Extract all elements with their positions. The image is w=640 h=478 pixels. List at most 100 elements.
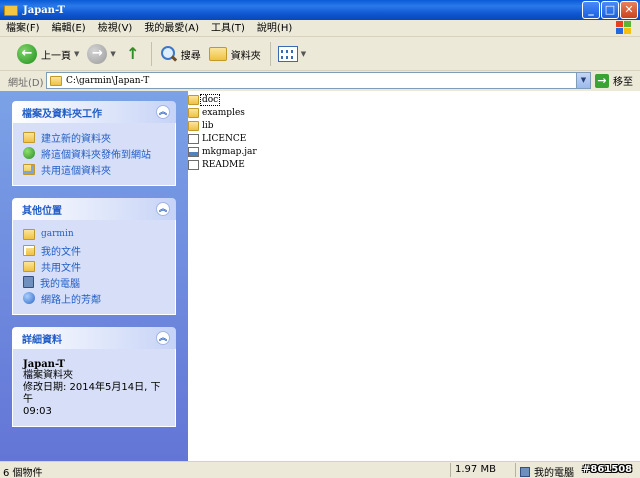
status-divider (450, 463, 451, 477)
collapse-chevron-icon[interactable]: ︽ (156, 331, 170, 345)
folder-icon (50, 75, 62, 86)
computer-icon (23, 276, 34, 288)
status-object-count: 6 個物件 (3, 468, 43, 478)
folders-icon (208, 47, 227, 61)
details-panel-header[interactable]: 詳細資料 ︽ (12, 327, 176, 349)
place-label: 我的文件 (41, 246, 81, 258)
place-label: 共用文件 (41, 262, 81, 274)
place-garmin[interactable]: garmin (23, 226, 165, 242)
up-button[interactable]: ↑ (121, 41, 145, 67)
windows-logo-icon (616, 21, 632, 35)
explorer-window: Japan-T _ □ ✕ 檔案(F) 編輯(E) 檢視(V) 我的最愛(A) … (0, 0, 640, 478)
detail-modified: 修改日期: 2014年5月14日, 下午 (23, 382, 161, 405)
tasks-panel: 檔案及資料夾工作 ︽ 建立新的資料夾 將這個資料夾發佈到網站 共用這個資料夾 (12, 101, 176, 186)
address-dropdown-button[interactable]: ▼ (576, 73, 590, 88)
views-icon (277, 46, 298, 62)
task-new-folder[interactable]: 建立新的資料夾 (23, 129, 165, 145)
forward-button[interactable]: → ▼ (84, 41, 118, 67)
menu-bar: 檔案(F) 編輯(E) 檢視(V) 我的最愛(A) 工具(T) 說明(H) (0, 20, 640, 37)
search-icon (159, 45, 177, 63)
menu-tools[interactable]: 工具(T) (205, 20, 251, 37)
panel-title: 檔案及資料夾工作 (22, 108, 102, 120)
place-shared-documents[interactable]: 共用文件 (23, 258, 165, 274)
task-publish-web[interactable]: 將這個資料夾發佈到網站 (23, 145, 165, 161)
place-network[interactable]: 網路上的芳鄰 (23, 290, 165, 306)
menu-file[interactable]: 檔案(F) (0, 20, 46, 37)
list-item[interactable]: LICENCE (188, 132, 640, 145)
details-panel: 詳細資料 ︽ Japan-T 檔案資料夾 修改日期: 2014年5月14日, 下… (12, 327, 176, 427)
folder-icon (188, 120, 199, 131)
places-panel-body: garmin 我的文件 共用文件 我的電腦 網路上的芳鄰 (12, 220, 176, 315)
menu-edit[interactable]: 編輯(E) (46, 20, 92, 37)
toolbar-divider (269, 42, 271, 66)
menu-help[interactable]: 說明(H) (251, 20, 298, 37)
place-label: garmin (41, 229, 74, 239)
address-input[interactable]: C:\garmin\Japan-T ▼ (46, 72, 591, 89)
task-share-folder[interactable]: 共用這個資料夾 (23, 161, 165, 177)
list-item[interactable]: examples (188, 106, 640, 119)
detail-modified-time: 09:03 (23, 406, 52, 417)
go-button[interactable]: → 移至 (595, 73, 633, 88)
computer-icon (520, 466, 530, 477)
panel-title: 詳細資料 (22, 334, 62, 346)
file-name: README (202, 159, 245, 170)
folder-icon (4, 4, 18, 16)
up-folder-icon: ↑ (126, 44, 140, 63)
toolbar-divider (150, 42, 152, 66)
go-arrow-icon: → (595, 73, 609, 88)
chevron-down-icon[interactable]: ▼ (301, 50, 306, 58)
shared-folder-icon (23, 260, 35, 272)
status-divider (515, 463, 516, 477)
back-arrow-icon: ← (17, 44, 37, 64)
tasks-panel-body: 建立新的資料夾 將這個資料夾發佈到網站 共用這個資料夾 (12, 123, 176, 186)
menu-favorites[interactable]: 我的最愛(A) (138, 20, 205, 37)
places-panel-header[interactable]: 其他位置 ︽ (12, 198, 176, 220)
address-label: 網址(D) (8, 77, 44, 89)
tasks-panel-header[interactable]: 檔案及資料夾工作 ︽ (12, 101, 176, 123)
list-item[interactable]: mkgmap.jar (188, 145, 640, 158)
menu-view[interactable]: 檢視(V) (92, 20, 139, 37)
task-label: 將這個資料夾發佈到網站 (41, 149, 151, 161)
window-title: Japan-T (23, 4, 65, 16)
panel-title: 其他位置 (22, 205, 62, 217)
chevron-down-icon[interactable]: ▼ (74, 50, 79, 58)
place-my-computer[interactable]: 我的電腦 (23, 274, 165, 290)
place-label: 網路上的芳鄰 (41, 294, 101, 306)
maximize-button[interactable]: □ (601, 1, 619, 19)
collapse-chevron-icon[interactable]: ︽ (156, 105, 170, 119)
search-button[interactable]: 搜尋 (156, 41, 204, 67)
list-item[interactable]: doc (188, 93, 640, 106)
document-icon (188, 159, 199, 170)
collapse-chevron-icon[interactable]: ︽ (156, 202, 170, 216)
list-item[interactable]: lib (188, 119, 640, 132)
status-size: 1.97 MB (455, 464, 496, 475)
folder-icon (188, 94, 199, 105)
toolbar: ← 上一頁 ▼ → ▼ ↑ 搜尋 資料夾 ▼ (0, 38, 640, 71)
status-location: 我的電腦 (520, 464, 574, 478)
place-label: 我的電腦 (40, 278, 80, 290)
back-button[interactable]: ← 上一頁 ▼ (14, 41, 82, 67)
back-label: 上一頁 (41, 50, 71, 62)
status-bar: 6 個物件 1.97 MB 我的電腦 #861508 (0, 461, 640, 478)
task-label: 建立新的資料夾 (41, 133, 111, 145)
task-label: 共用這個資料夾 (41, 165, 111, 177)
title-bar[interactable]: Japan-T _ □ ✕ (0, 0, 640, 20)
file-name: doc (199, 93, 221, 106)
new-folder-icon (23, 131, 35, 143)
close-button[interactable]: ✕ (620, 1, 638, 19)
folders-label: 資料夾 (230, 50, 261, 62)
status-location-label: 我的電腦 (534, 468, 574, 478)
share-folder-icon (23, 163, 35, 175)
minimize-button[interactable]: _ (582, 1, 600, 19)
file-list[interactable]: doc examples lib LICENCE mkgmap.jar READ… (188, 91, 640, 461)
folder-icon (23, 228, 35, 240)
address-bar: 網址(D) C:\garmin\Japan-T ▼ → 移至 (0, 72, 640, 90)
task-pane: 檔案及資料夾工作 ︽ 建立新的資料夾 將這個資料夾發佈到網站 共用這個資料夾 其… (0, 91, 188, 461)
search-label: 搜尋 (180, 50, 201, 62)
detail-name: Japan-T (23, 359, 65, 370)
list-item[interactable]: README (188, 158, 640, 171)
folders-button[interactable]: 資料夾 (206, 41, 264, 67)
chevron-down-icon[interactable]: ▼ (110, 50, 115, 58)
views-button[interactable]: ▼ (275, 41, 309, 67)
place-my-documents[interactable]: 我的文件 (23, 242, 165, 258)
